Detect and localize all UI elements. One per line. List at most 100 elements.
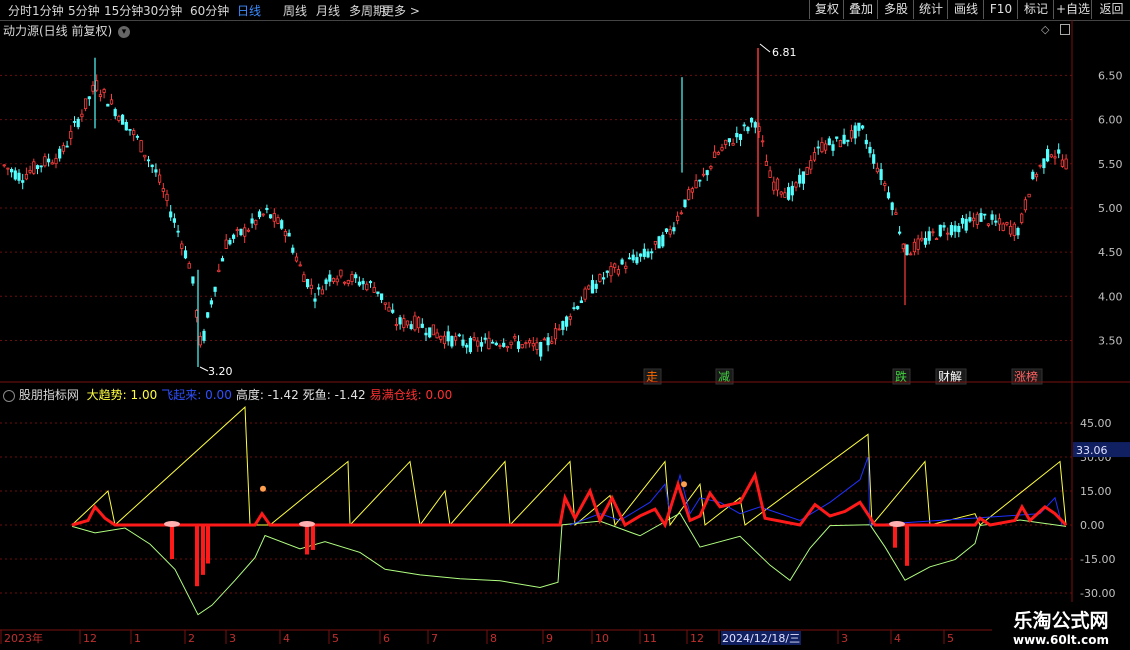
period-tab-1[interactable]: 1分钟	[32, 2, 64, 19]
candle[interactable]	[9, 167, 14, 178]
candle[interactable]	[698, 179, 702, 187]
candle[interactable]	[753, 120, 757, 134]
candle[interactable]	[17, 169, 21, 184]
candle[interactable]	[1053, 150, 1057, 165]
candle[interactable]	[50, 159, 54, 165]
candle[interactable]	[1005, 221, 1009, 227]
candle[interactable]	[176, 224, 180, 238]
candle[interactable]	[261, 213, 265, 217]
candle[interactable]	[1046, 145, 1050, 163]
candle[interactable]	[87, 96, 91, 106]
candle[interactable]	[853, 122, 857, 145]
candle[interactable]	[716, 150, 720, 156]
candle[interactable]	[920, 231, 924, 242]
candle[interactable]	[768, 166, 772, 178]
candle[interactable]	[1009, 220, 1013, 238]
period-tab-2[interactable]: 5分钟	[68, 2, 100, 19]
candle[interactable]	[694, 174, 698, 189]
candle[interactable]	[657, 235, 661, 249]
candle[interactable]	[846, 139, 850, 147]
candle[interactable]	[546, 332, 550, 352]
candle[interactable]	[772, 176, 776, 195]
candle[interactable]	[916, 234, 920, 255]
candle[interactable]	[975, 211, 979, 229]
candle[interactable]	[1031, 169, 1035, 181]
candle[interactable]	[368, 280, 373, 288]
candle[interactable]	[394, 318, 399, 331]
candle[interactable]	[313, 292, 317, 309]
candle[interactable]	[350, 271, 354, 286]
candle[interactable]	[342, 281, 347, 286]
candle[interactable]	[502, 338, 506, 348]
candle[interactable]	[224, 234, 228, 249]
candle[interactable]	[439, 335, 443, 343]
candle[interactable]	[416, 316, 421, 333]
candle[interactable]	[835, 136, 839, 142]
candle[interactable]	[594, 280, 598, 294]
candle[interactable]	[180, 240, 184, 256]
candle[interactable]	[764, 154, 769, 166]
candle[interactable]	[598, 273, 602, 283]
candle[interactable]	[827, 136, 831, 146]
candle[interactable]	[883, 180, 887, 192]
candle[interactable]	[509, 341, 513, 349]
candle[interactable]	[39, 165, 43, 173]
candle[interactable]	[713, 145, 717, 158]
toolbar-button-8[interactable]: 返回	[1091, 0, 1130, 19]
candle[interactable]	[576, 305, 580, 311]
candle[interactable]	[84, 98, 88, 112]
candle[interactable]	[653, 240, 658, 251]
period-tab-6[interactable]: 日线	[237, 2, 261, 19]
candle[interactable]	[568, 313, 572, 326]
candle[interactable]	[935, 237, 939, 241]
candle[interactable]	[646, 248, 650, 259]
candle[interactable]	[409, 320, 413, 331]
candle[interactable]	[157, 168, 162, 186]
candle[interactable]	[783, 187, 787, 198]
candle[interactable]	[1034, 172, 1039, 182]
candle[interactable]	[731, 138, 735, 146]
candle[interactable]	[1038, 164, 1042, 169]
candle[interactable]	[465, 342, 469, 354]
candle[interactable]	[979, 208, 983, 222]
period-tab-5[interactable]: 60分钟	[190, 2, 229, 19]
candle[interactable]	[639, 253, 643, 262]
candle[interactable]	[750, 117, 754, 128]
candle[interactable]	[161, 182, 165, 198]
candle[interactable]	[198, 332, 202, 348]
candle[interactable]	[857, 122, 861, 137]
candle[interactable]	[35, 164, 40, 175]
candle[interactable]	[387, 301, 391, 312]
candle[interactable]	[824, 140, 828, 154]
candle[interactable]	[620, 257, 624, 266]
dead-fish-line[interactable]	[71, 512, 1067, 616]
candle[interactable]	[413, 311, 417, 332]
candle[interactable]	[587, 284, 591, 291]
candle[interactable]	[820, 137, 824, 154]
candle[interactable]	[335, 275, 339, 286]
candle[interactable]	[761, 135, 765, 147]
candle[interactable]	[187, 261, 191, 269]
candle[interactable]	[243, 223, 247, 244]
candle[interactable]	[709, 165, 713, 171]
candle[interactable]	[217, 263, 221, 273]
candle[interactable]	[461, 334, 465, 348]
candle[interactable]	[13, 167, 17, 181]
candle[interactable]	[894, 208, 898, 215]
candle[interactable]	[986, 223, 991, 228]
candle[interactable]	[191, 276, 195, 286]
candle[interactable]	[927, 226, 931, 245]
candle[interactable]	[812, 147, 817, 162]
candle[interactable]	[1020, 212, 1024, 225]
candle[interactable]	[816, 140, 820, 155]
candle[interactable]	[983, 213, 987, 220]
candle[interactable]	[1042, 158, 1046, 174]
candle[interactable]	[1057, 143, 1061, 159]
candle[interactable]	[642, 243, 646, 260]
candle[interactable]	[520, 343, 524, 349]
toolbar-button-2[interactable]: 多股	[877, 0, 914, 19]
candle[interactable]	[58, 146, 62, 162]
candle[interactable]	[701, 167, 706, 178]
candle[interactable]	[235, 226, 239, 238]
candle[interactable]	[483, 333, 487, 344]
